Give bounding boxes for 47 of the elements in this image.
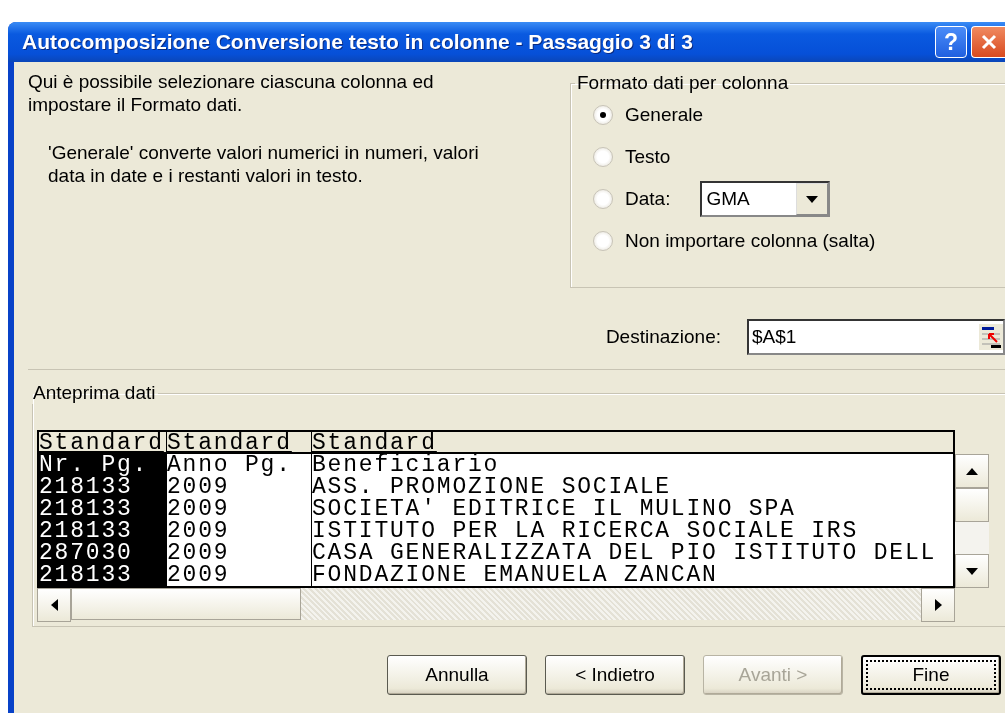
table-cell: 218133 — [39, 498, 167, 520]
column-header[interactable]: Standard — [312, 432, 953, 454]
table-cell: 218133 — [39, 476, 167, 498]
scroll-thumb[interactable] — [71, 588, 301, 620]
table-cell: 218133 — [39, 520, 167, 542]
dialog-button[interactable]: < Indietro — [545, 655, 685, 695]
table-cell: 2009 — [167, 564, 312, 586]
table-cell: 218133 — [39, 564, 167, 586]
radio-button[interactable] — [593, 189, 613, 209]
scroll-left-icon[interactable] — [50, 599, 58, 611]
horizontal-scrollbar[interactable] — [37, 588, 955, 620]
close-button[interactable] — [971, 26, 1005, 58]
table-cell: 287030 — [39, 542, 167, 564]
radio-label: Data: — [625, 188, 671, 210]
table-cell: 2009 — [167, 476, 312, 498]
radio-button[interactable] — [593, 231, 613, 251]
radio-label: Generale — [625, 104, 704, 126]
table-cell: Anno Pg. — [167, 454, 312, 476]
help-button[interactable]: ? — [935, 26, 967, 58]
hint-text: 'Generale' converte valori numerici in numeri, valori data in date e i restanti valori in testo. — [48, 141, 480, 187]
radio-label: Testo — [625, 146, 671, 168]
column-header[interactable]: Standard — [39, 432, 167, 454]
dropdown-arrow-icon — [806, 195, 819, 203]
vertical-scrollbar[interactable] — [955, 454, 989, 588]
destination-field[interactable]: $A$1 — [747, 318, 1005, 355]
destination-label: Destinazione: — [605, 325, 721, 348]
dialog-button[interactable]: Fine — [861, 655, 1001, 695]
table-cell: 2009 — [167, 498, 312, 520]
scroll-up-icon[interactable] — [966, 467, 978, 475]
table-cell: 2009 — [167, 520, 312, 542]
close-icon — [980, 34, 997, 50]
radio-button[interactable] — [593, 147, 613, 167]
column-header[interactable]: Standard — [167, 432, 312, 454]
radio-label: Non importare colonna (salta) — [625, 230, 876, 252]
instruction-text: Qui è possibile selezionare ciascuna colonna ed impostare il Formato dati. — [28, 70, 435, 116]
range-picker-icon[interactable] — [979, 323, 1003, 350]
group-label: Anteprima dati — [32, 382, 157, 404]
table-cell: 2009 — [167, 542, 312, 564]
scroll-down-icon[interactable] — [966, 567, 978, 575]
radio-button[interactable] — [593, 105, 613, 125]
date-format-dropdown[interactable]: GMA — [700, 181, 831, 217]
scroll-thumb[interactable] — [955, 488, 989, 522]
dialog-button[interactable]: Annulla — [387, 655, 527, 695]
table-cell: Nr. Pg. — [39, 454, 167, 476]
window-title: Autocomposizione Conversione testo in colonne - Passaggio 3 di 3 — [22, 30, 694, 54]
scroll-right-icon[interactable] — [934, 599, 942, 611]
group-label: Formato dati per colonna — [576, 72, 790, 94]
